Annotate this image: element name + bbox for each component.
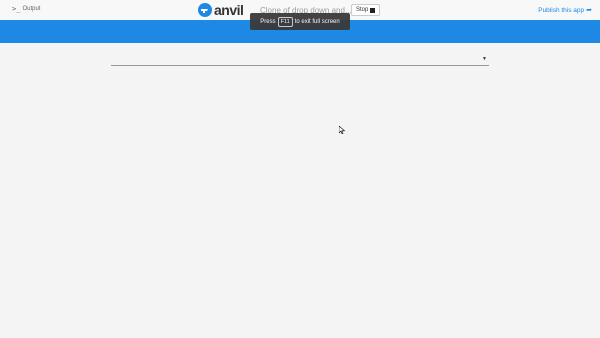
stop-label: Stop bbox=[356, 7, 369, 13]
f11-key: F11 bbox=[277, 16, 293, 27]
fullscreen-notice-prefix: Press bbox=[260, 18, 276, 25]
output-button[interactable]: >_ Output bbox=[12, 5, 40, 13]
fullscreen-notice: Press F11 to exit full screen bbox=[250, 13, 350, 30]
share-arrow-icon: ➦ bbox=[586, 7, 592, 14]
publish-app-link[interactable]: Publish this app ➦ bbox=[538, 6, 592, 15]
fullscreen-notice-suffix: to exit full screen bbox=[294, 18, 340, 25]
stop-button[interactable]: Stop bbox=[351, 4, 381, 16]
mouse-pointer-icon bbox=[339, 126, 345, 134]
terminal-icon: >_ bbox=[12, 5, 21, 13]
publish-label: Publish this app bbox=[538, 6, 585, 14]
anvil-logo-icon bbox=[198, 3, 212, 17]
dropdown-select[interactable]: ▼ bbox=[111, 53, 489, 66]
output-label: Output bbox=[22, 6, 41, 12]
logo-text: anvil bbox=[214, 2, 244, 18]
caret-down-icon: ▼ bbox=[482, 56, 487, 62]
stop-icon bbox=[370, 7, 376, 13]
anvil-logo: anvil bbox=[198, 2, 244, 18]
